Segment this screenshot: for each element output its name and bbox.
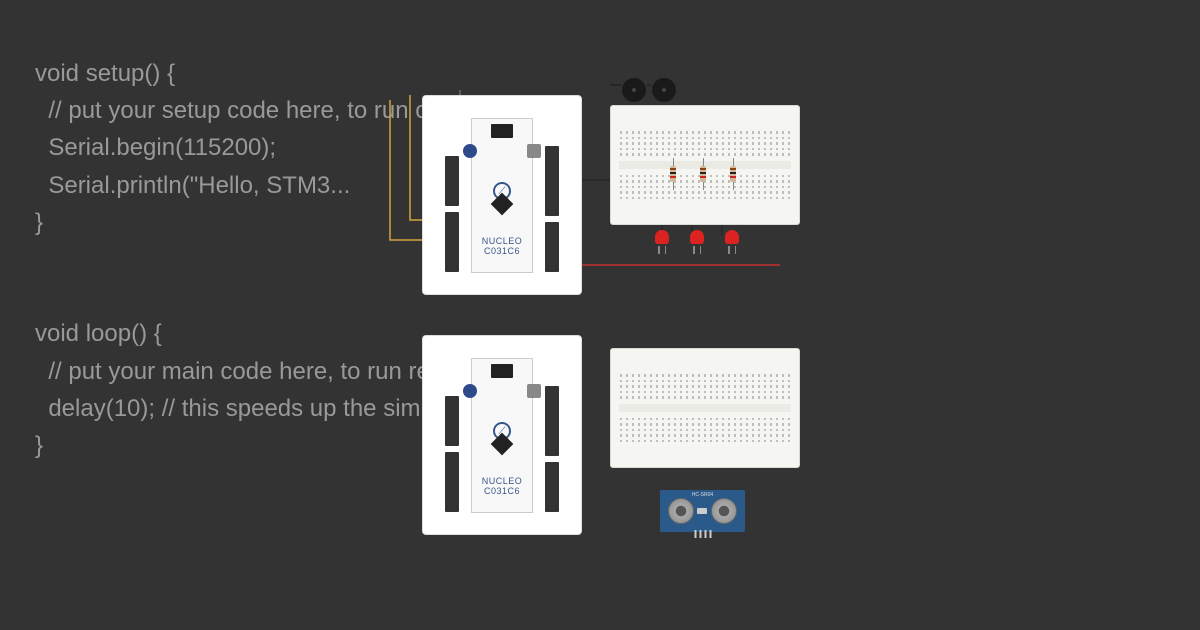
power-rail-top xyxy=(619,353,791,369)
user-button[interactable] xyxy=(463,384,477,398)
pin-header-left-top[interactable] xyxy=(445,156,459,206)
user-button[interactable] xyxy=(463,144,477,158)
sensor-pins[interactable] xyxy=(694,530,711,538)
nucleo-board-2[interactable]: ⟋ NUCLEO C031C6 xyxy=(422,335,582,535)
code-line: Serial.begin(115200); xyxy=(35,134,276,161)
code-line: } xyxy=(35,209,43,236)
buzzer-2[interactable] xyxy=(650,76,678,104)
pin-header-right-top[interactable] xyxy=(545,386,559,456)
board-label: NUCLEO C031C6 xyxy=(423,476,581,496)
led-bulb-icon xyxy=(655,230,669,244)
transducer-tx-icon xyxy=(668,498,694,524)
code-line: // put your setup code here, to run once xyxy=(35,97,467,124)
resistor-1[interactable] xyxy=(670,158,676,190)
led-3[interactable] xyxy=(725,230,739,248)
nucleo-board-1[interactable]: ⟋ NUCLEO C031C6 xyxy=(422,95,582,295)
power-rail-top xyxy=(619,110,791,126)
led-bulb-icon xyxy=(725,230,739,244)
transducer-rx-icon xyxy=(711,498,737,524)
breadboard-center xyxy=(619,372,791,444)
breadboard-2[interactable] xyxy=(610,348,800,468)
resistor-2[interactable] xyxy=(700,158,706,190)
power-rail-bottom xyxy=(619,447,791,463)
code-line: void loop() { xyxy=(35,320,162,347)
crystal-icon xyxy=(697,508,707,514)
pin-header-right-top[interactable] xyxy=(545,146,559,216)
board-label: NUCLEO C031C6 xyxy=(423,236,581,256)
reset-button[interactable] xyxy=(527,384,541,398)
power-rail-bottom xyxy=(619,204,791,220)
resistor-3[interactable] xyxy=(730,158,736,190)
reset-button[interactable] xyxy=(527,144,541,158)
ultrasonic-sensor[interactable]: HC-SR04 xyxy=(660,490,745,532)
led-1[interactable] xyxy=(655,230,669,248)
stlink-chip-icon xyxy=(491,364,513,378)
code-line: void setup() { xyxy=(35,60,175,87)
sensor-label: HC-SR04 xyxy=(692,492,713,498)
code-line: } xyxy=(35,432,43,459)
buzzer-1[interactable] xyxy=(620,76,648,104)
code-line: Serial.println("Hello, STM3... xyxy=(35,172,350,199)
led-bulb-icon xyxy=(690,230,704,244)
led-2[interactable] xyxy=(690,230,704,248)
stlink-chip-icon xyxy=(491,124,513,138)
pin-header-left-top[interactable] xyxy=(445,396,459,446)
